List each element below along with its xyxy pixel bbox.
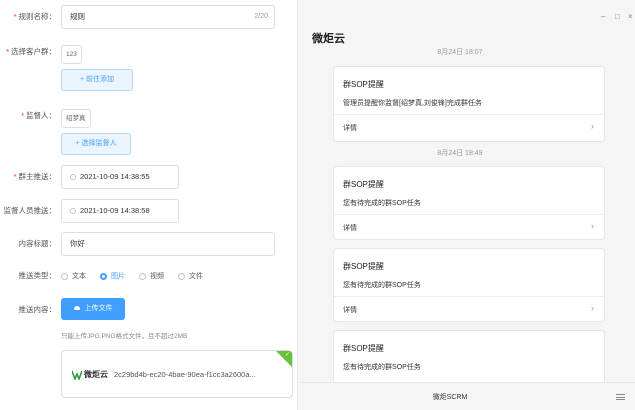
app-root: * 规则名称： 规则 2/20 * 选择客户群： 123 + 前往添加 * 监督人： … xyxy=(0,0,635,410)
brand-logo: 微炬云 xyxy=(72,369,108,380)
group-push-datetime-input[interactable]: 2021-10-09 14:38:55 xyxy=(61,165,179,189)
customer-group-tag[interactable]: 123 xyxy=(61,45,82,64)
push-type-row: 推送类型： 文本 图片 视频 文件 xyxy=(0,266,298,286)
radio-label: 文件 xyxy=(189,273,203,280)
divider xyxy=(334,214,604,215)
chevron-right-icon: › xyxy=(591,221,594,231)
chevron-right-icon: › xyxy=(591,121,594,131)
supervisor-push-datetime-input[interactable]: 2021-10-09 14:38:58 xyxy=(61,199,179,223)
go-add-button[interactable]: + 前往添加 xyxy=(61,69,133,91)
supervisor-push-row: 监督人员推送： 2021-10-09 14:38:58 xyxy=(0,199,298,223)
message-card[interactable]: 群SOP提醒 您有待完成的群SOP任务 详情 › xyxy=(333,248,605,322)
card-body: 管理员提醒你监督[绍梦真,刘俊锋]完成群任务 xyxy=(343,100,482,107)
required-mark: * xyxy=(21,111,24,120)
brand-logo-text: 微炬云 xyxy=(84,370,108,379)
radio-image[interactable]: 图片 xyxy=(100,271,125,281)
card-body: 您有待完成的群SOP任务 xyxy=(343,364,421,371)
supervisor-label: 监督人： xyxy=(26,111,56,120)
rule-name-label: 规则名称： xyxy=(18,12,57,21)
required-mark: * xyxy=(13,12,17,21)
clock-icon xyxy=(70,207,76,214)
upload-hint: 只能上传JPG,PNG格式文件，且不超过2MB xyxy=(61,333,188,340)
content-title-label: 内容标题： xyxy=(18,239,57,248)
maximize-button[interactable]: □ xyxy=(615,12,620,21)
content-title-input[interactable]: 你好 xyxy=(61,232,275,256)
radio-video[interactable]: 视频 xyxy=(139,271,164,281)
group-push-row: * 群主推送： 2021-10-09 14:38:55 xyxy=(0,165,298,189)
rule-name-counter: 2/20 xyxy=(254,13,268,20)
message-timestamp: 8月24日 18:49 xyxy=(437,150,483,157)
radio-circle-icon xyxy=(139,272,146,280)
customer-group-label: 选择客户群： xyxy=(11,47,56,56)
sop-rule-form: * 规则名称： 规则 2/20 * 选择客户群： 123 + 前往添加 * 监督人： … xyxy=(0,0,298,410)
radio-checked-icon xyxy=(100,272,107,280)
details-link[interactable]: 详情 xyxy=(343,223,357,233)
radio-text[interactable]: 文本 xyxy=(61,271,86,281)
details-link[interactable]: 详情 xyxy=(343,123,357,133)
check-icon: ✓ xyxy=(284,352,290,358)
radio-label: 视频 xyxy=(150,273,164,280)
radio-label: 文本 xyxy=(72,273,86,280)
card-title: 群SOP提醒 xyxy=(343,80,384,89)
select-supervisor-button[interactable]: + 选择监督人 xyxy=(61,133,131,155)
window-title: 微炬云 xyxy=(312,33,345,45)
supervisor-row: * 监督人： xyxy=(0,104,298,128)
push-content-label: 推送内容： xyxy=(18,305,57,314)
supervisor-tag[interactable]: 绍梦真 xyxy=(61,109,91,128)
chat-window: 微炬云 – □ × 8月24日 18:07 群SOP提醒 管理员提醒你监督[绍梦… xyxy=(300,0,635,410)
minimize-button[interactable]: – xyxy=(601,12,605,21)
clock-icon xyxy=(70,173,76,180)
menu-icon[interactable] xyxy=(616,394,625,400)
customer-group-row: * 选择客户群： xyxy=(0,40,298,64)
required-mark: * xyxy=(6,47,9,56)
card-body: 您有待完成的群SOP任务 xyxy=(343,200,421,207)
rule-name-row: * 规则名称： 规则 2/20 xyxy=(0,5,298,29)
upload-file-label: 上传文件 xyxy=(84,305,113,312)
uploaded-file-card[interactable]: 微炬云 2c29bd4b-ec20-4bae-90ea-f1cc3a2600a.… xyxy=(61,350,293,398)
push-content-row: 推送内容： xyxy=(0,298,298,322)
footer-app-name: 微炬SCRM xyxy=(432,394,468,401)
radio-label: 图片 xyxy=(111,273,125,280)
card-title: 群SOP提醒 xyxy=(343,262,384,271)
message-timestamp: 8月24日 18:07 xyxy=(437,49,483,56)
supervisor-push-label: 监督人员推送： xyxy=(3,206,57,215)
card-body: 您有待完成的群SOP任务 xyxy=(343,282,421,289)
group-push-label: 群主推送： xyxy=(18,172,57,181)
chat-footer: 微炬SCRM xyxy=(300,382,635,410)
details-link[interactable]: 详情 xyxy=(343,305,357,315)
chevron-right-icon: › xyxy=(591,303,594,313)
divider xyxy=(334,114,604,115)
rule-name-input[interactable]: 规则 2/20 xyxy=(61,5,275,29)
push-type-radio-group: 文本 图片 视频 文件 xyxy=(61,266,217,286)
rule-name-value: 规则 xyxy=(70,12,85,21)
uploaded-file-name: 2c29bd4b-ec20-4bae-90ea-f1cc3a2600a... xyxy=(114,370,256,379)
message-card[interactable]: 群SOP提醒 管理员提醒你监督[绍梦真,刘俊锋]完成群任务 详情 › xyxy=(333,66,605,142)
brand-logo-icon xyxy=(72,370,82,380)
card-title: 群SOP提醒 xyxy=(343,344,384,353)
upload-file-button[interactable]: 上传文件 xyxy=(61,298,125,320)
radio-circle-icon xyxy=(61,272,68,280)
content-title-value: 你好 xyxy=(70,239,85,248)
group-push-value: 2021-10-09 14:38:55 xyxy=(80,172,150,181)
content-title-row: 内容标题： 你好 xyxy=(0,232,298,256)
divider xyxy=(334,296,604,297)
upload-cloud-icon xyxy=(73,306,80,310)
close-button[interactable]: × xyxy=(628,12,633,21)
radio-circle-icon xyxy=(178,272,185,280)
message-card[interactable]: 群SOP提醒 您有待完成的群SOP任务 详情 › xyxy=(333,166,605,240)
push-type-label: 推送类型： xyxy=(18,271,57,280)
message-card[interactable]: 群SOP提醒 您有待完成的群SOP任务 xyxy=(333,330,605,382)
supervisor-push-value: 2021-10-09 14:38:58 xyxy=(80,206,150,215)
required-mark: * xyxy=(13,172,17,181)
card-title: 群SOP提醒 xyxy=(343,180,384,189)
radio-file[interactable]: 文件 xyxy=(178,271,203,281)
